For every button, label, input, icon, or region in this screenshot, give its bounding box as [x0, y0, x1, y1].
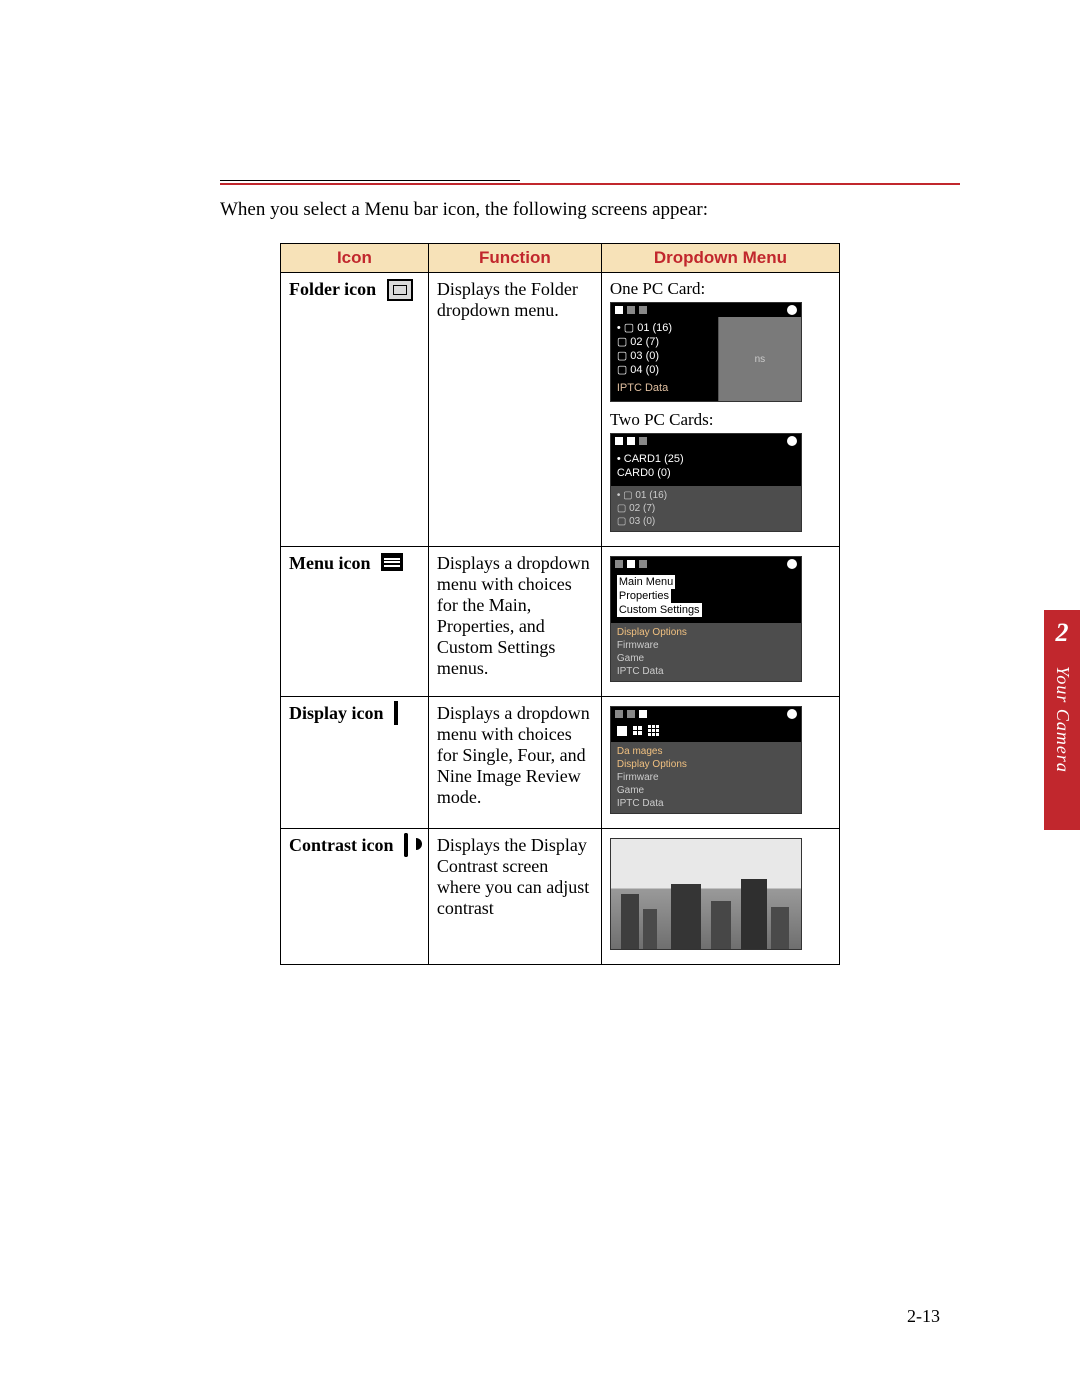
th-function: Function: [428, 244, 601, 273]
table-row: Folder icon Displays the Folder dropdown…: [281, 273, 840, 547]
intro-text: When you select a Menu bar icon, the fol…: [220, 199, 960, 221]
menu-icon-label: Menu icon: [289, 553, 371, 574]
menu-icon: [381, 553, 403, 571]
table-row: Menu icon Displays a dropdown menu with …: [281, 547, 840, 697]
display-icon: [394, 703, 398, 724]
contrast-icon: [404, 835, 408, 856]
chapter-number: 2: [1044, 610, 1080, 648]
folder-icon-label: Folder icon: [289, 279, 376, 300]
chapter-title: Your Camera: [1052, 666, 1073, 773]
folder-dropdown-two-cards: • CARD1 (25) CARD0 (0) • ▢ 01 (16) ▢ 02 …: [610, 433, 802, 532]
contrast-function: Displays the Display Contrast screen whe…: [428, 829, 601, 965]
display-dropdown: Da mages Display Options Firmware Game I…: [610, 706, 802, 814]
folder-dropdown-one-card: • ▢ 01 (16) ▢ 02 (7) ▢ 03 (0) ▢ 04 (0) I…: [610, 302, 802, 402]
one-pc-card-label: One PC Card:: [610, 279, 831, 299]
page-number: 2-13: [907, 1306, 940, 1327]
th-icon: Icon: [281, 244, 429, 273]
chapter-tab: 2 Your Camera: [1044, 610, 1080, 830]
contrast-screen: [610, 838, 802, 950]
table-row: Contrast icon Displays the Display Contr…: [281, 829, 840, 965]
menu-function: Displays a dropdown menu with choices fo…: [428, 547, 601, 697]
display-icon-label: Display icon: [289, 703, 384, 724]
rule-short: [220, 180, 520, 181]
menu-dropdown: Main Menu Properties Custom Settings Dis…: [610, 556, 802, 682]
display-function: Displays a dropdown menu with choices fo…: [428, 697, 601, 829]
contrast-icon-label: Contrast icon: [289, 835, 394, 856]
folder-function: Displays the Folder dropdown menu.: [428, 273, 601, 547]
page: When you select a Menu bar icon, the fol…: [0, 0, 1080, 1045]
two-pc-cards-label: Two PC Cards:: [610, 410, 831, 430]
table-row: Display icon Displays a dropdown menu wi…: [281, 697, 840, 829]
th-dropdown: Dropdown Menu: [601, 244, 839, 273]
icon-function-table: Icon Function Dropdown Menu Folder icon …: [280, 243, 840, 965]
header-rules: [220, 180, 960, 185]
rule-red: [220, 183, 960, 185]
folder-icon: [387, 279, 413, 301]
